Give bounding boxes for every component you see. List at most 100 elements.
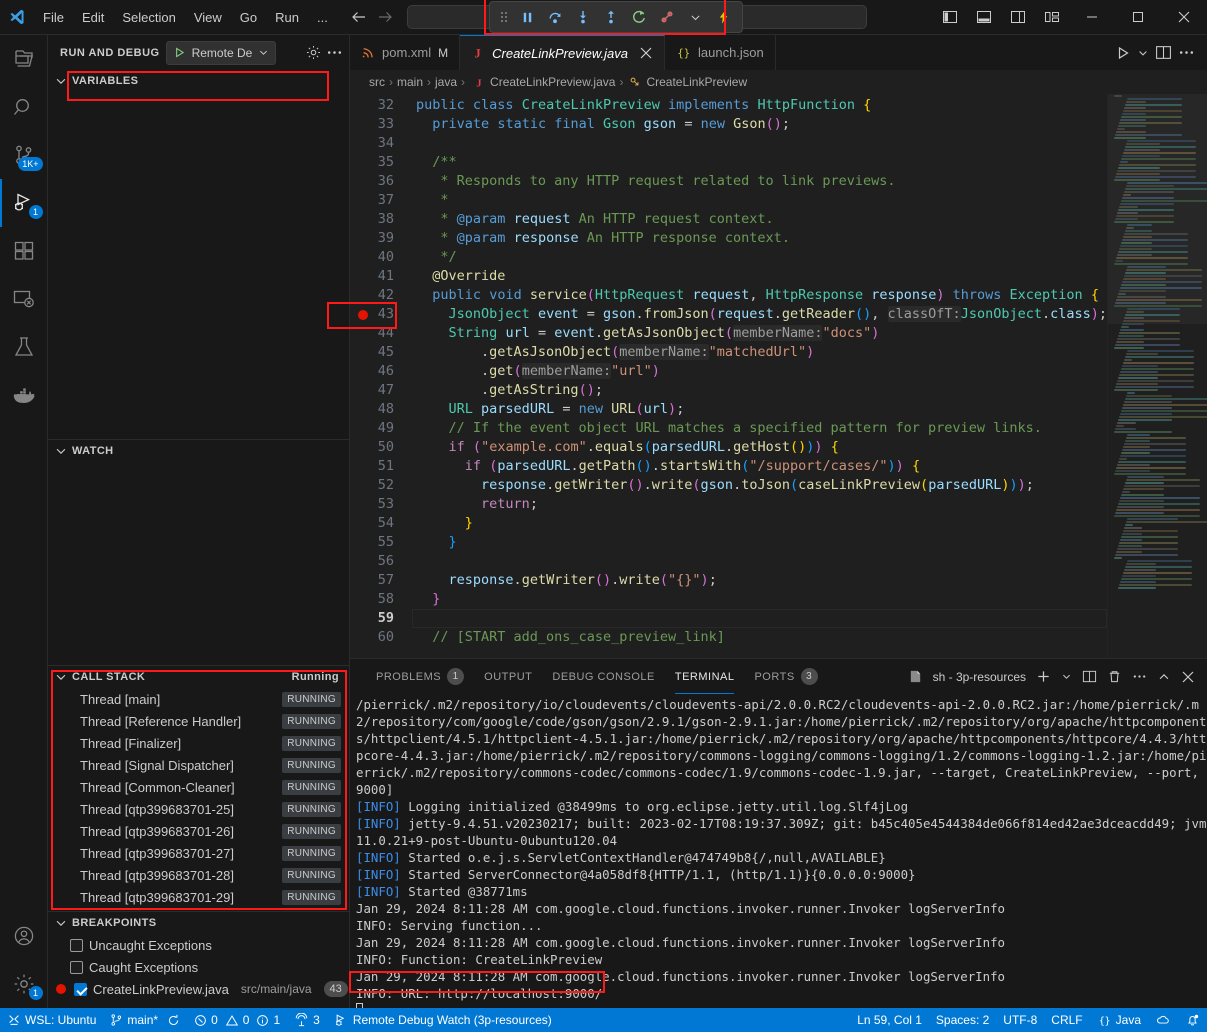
tab-ports[interactable]: PORTS 3 (744, 659, 827, 694)
maximize-button[interactable] (1115, 0, 1161, 35)
status-cursor-position[interactable]: Ln 59, Col 1 (850, 1008, 929, 1032)
split-editor-icon[interactable] (1155, 44, 1172, 61)
line-number[interactable]: 58 (350, 590, 412, 609)
go-back-icon[interactable] (351, 9, 367, 25)
terminal-name[interactable]: sh - 3p-resources (933, 670, 1026, 684)
code-line[interactable]: .getAsJsonObject(memberName:"matchedUrl"… (412, 343, 1107, 362)
minimap[interactable] (1107, 94, 1207, 658)
code-content[interactable]: public class CreateLinkPreview implement… (412, 94, 1107, 658)
code-line[interactable] (412, 609, 1107, 628)
checkbox[interactable] (70, 939, 83, 952)
code-line[interactable]: public void service(HttpRequest request,… (412, 286, 1107, 305)
line-number[interactable]: 33 (350, 115, 412, 134)
toggle-secondary-sidebar-icon[interactable] (1001, 0, 1035, 35)
line-number[interactable]: 39 (350, 229, 412, 248)
line-number[interactable]: 51 (350, 457, 412, 476)
breadcrumb-item-file[interactable]: CreateLinkPreview.java (490, 75, 615, 89)
menu-run[interactable]: Run (266, 7, 308, 28)
drag-handle-icon[interactable] (496, 9, 512, 25)
sidebar-item-remote-explorer[interactable] (0, 275, 48, 323)
breadcrumb-item-src[interactable]: src (369, 75, 385, 89)
code-line[interactable]: if (parsedURL.getPath().startsWith("/sup… (412, 457, 1107, 476)
accounts-button[interactable] (0, 912, 48, 960)
line-number[interactable]: 48 (350, 400, 412, 419)
line-number[interactable]: 37 (350, 191, 412, 210)
line-number[interactable]: 57 (350, 571, 412, 590)
menu-edit[interactable]: Edit (73, 7, 113, 28)
list-item[interactable]: Thread [qtp399683701-28]RUNNING (48, 864, 349, 886)
line-number-gutter[interactable]: 3233343536373839404142434445464748495051… (350, 94, 412, 658)
code-line[interactable]: String url = event.getAsJsonObject(membe… (412, 324, 1107, 343)
step-over-button[interactable] (542, 4, 568, 30)
code-line[interactable]: // [START add_ons_case_preview_link] (412, 628, 1107, 647)
code-line[interactable]: } (412, 590, 1107, 609)
list-item[interactable]: Thread [Signal Dispatcher]RUNNING (48, 754, 349, 776)
chevron-down-icon[interactable] (1137, 47, 1149, 59)
status-branch[interactable]: main* (103, 1008, 187, 1032)
code-line[interactable]: * Responds to any HTTP request related t… (412, 172, 1107, 191)
line-number[interactable]: 44 (350, 324, 412, 343)
status-indentation[interactable]: Spaces: 2 (929, 1008, 996, 1032)
code-line[interactable] (412, 134, 1107, 153)
menu-view[interactable]: View (185, 7, 231, 28)
status-eol[interactable]: CRLF (1044, 1008, 1089, 1032)
list-item[interactable]: Thread [qtp399683701-29]RUNNING (48, 886, 349, 908)
line-number[interactable]: 53 (350, 495, 412, 514)
status-notifications[interactable] (1178, 1008, 1207, 1032)
code-line[interactable]: // If the event object URL matches a spe… (412, 419, 1107, 438)
disconnect-button[interactable] (654, 4, 680, 30)
more-actions-icon[interactable] (1178, 44, 1195, 61)
line-number[interactable]: 32 (350, 96, 412, 115)
go-forward-icon[interactable] (377, 9, 393, 25)
checkbox[interactable] (70, 961, 83, 974)
line-number[interactable]: 56 (350, 552, 412, 571)
chevron-down-icon[interactable] (1061, 671, 1072, 682)
line-number[interactable]: 45 (350, 343, 412, 362)
kill-terminal-icon[interactable] (1107, 669, 1122, 684)
line-number[interactable]: 38 (350, 210, 412, 229)
run-button[interactable] (1115, 45, 1131, 61)
new-terminal-icon[interactable] (1036, 669, 1051, 684)
split-terminal-icon[interactable] (1082, 669, 1097, 684)
line-number[interactable]: 36 (350, 172, 412, 191)
line-number[interactable]: 59 (350, 609, 412, 628)
code-line[interactable]: */ (412, 248, 1107, 267)
list-item[interactable]: Thread [qtp399683701-27]RUNNING (48, 842, 349, 864)
toggle-primary-sidebar-icon[interactable] (933, 0, 967, 35)
list-item[interactable]: Thread [Common-Cleaner]RUNNING (48, 776, 349, 798)
line-number[interactable]: 35 (350, 153, 412, 172)
open-launch-settings-icon[interactable] (305, 44, 322, 61)
debug-toolbar[interactable] (489, 1, 743, 33)
line-number[interactable]: 43 (350, 305, 412, 324)
variables-header[interactable]: VARIABLES (48, 70, 349, 92)
code-line[interactable]: response.getWriter().write("{}"); (412, 571, 1107, 590)
terminal-output[interactable]: /pierrick/.m2/repository/io/cloudevents/… (350, 694, 1207, 1008)
call-stack-list[interactable]: Thread [main]RUNNING Thread [Reference H… (48, 688, 349, 911)
tab-launch-json[interactable]: {} launch.json (665, 35, 776, 70)
step-into-button[interactable] (570, 4, 596, 30)
chevron-down-icon[interactable] (682, 4, 708, 30)
maximize-panel-icon[interactable] (1157, 670, 1171, 684)
code-line[interactable]: .getAsString(); (412, 381, 1107, 400)
status-problems[interactable]: 0 0 1 (187, 1008, 287, 1032)
sidebar-more-actions-icon[interactable] (326, 44, 343, 61)
line-number[interactable]: 34 (350, 134, 412, 153)
hot-reload-button[interactable] (710, 4, 736, 30)
settings-gear-button[interactable]: 1 (0, 960, 48, 1008)
code-line[interactable]: } (412, 514, 1107, 533)
tab-pom-xml[interactable]: pom.xml M (350, 35, 460, 70)
breakpoint-item-caught-exceptions[interactable]: Caught Exceptions (48, 956, 349, 978)
line-number[interactable]: 40 (350, 248, 412, 267)
close-button[interactable] (1161, 0, 1207, 35)
sidebar-item-explorer[interactable] (0, 35, 48, 83)
breakpoint-dot-icon[interactable] (358, 310, 368, 320)
code-line[interactable]: * (412, 191, 1107, 210)
code-line[interactable]: * @param request An HTTP request context… (412, 210, 1107, 229)
sidebar-item-search[interactable] (0, 83, 48, 131)
menu-go[interactable]: Go (231, 7, 266, 28)
code-line[interactable]: public class CreateLinkPreview implement… (412, 96, 1107, 115)
sidebar-item-testing[interactable] (0, 323, 48, 371)
watch-header[interactable]: WATCH (48, 440, 349, 462)
code-line[interactable] (412, 552, 1107, 571)
list-item[interactable]: Thread [Finalizer]RUNNING (48, 732, 349, 754)
